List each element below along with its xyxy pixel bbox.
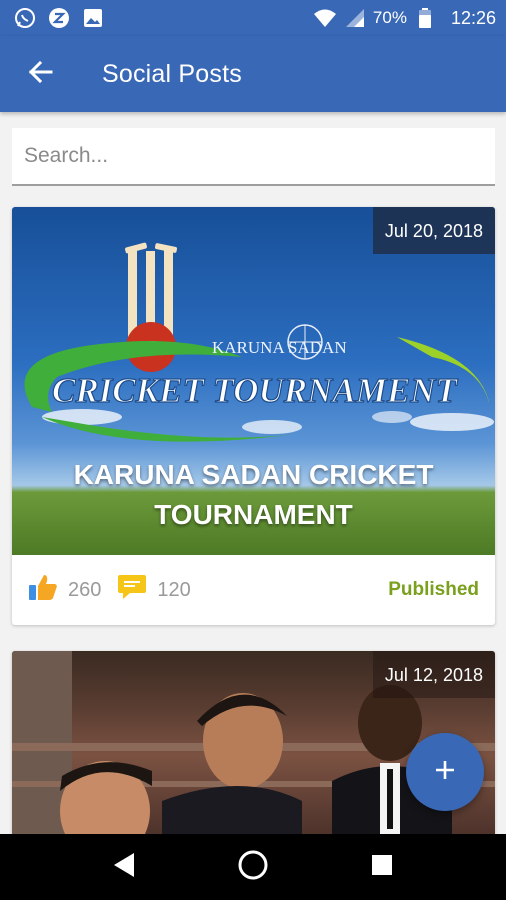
post-date: Jul 20, 2018 — [372, 207, 495, 254]
gallery-icon — [81, 6, 105, 30]
banner-text: CRICKET TOURNAMENT — [52, 371, 458, 410]
system-icons: 70% 12:26 — [313, 6, 506, 30]
card-footer: 260 120 Published — [12, 555, 495, 625]
arrow-left-icon — [27, 60, 53, 89]
status-badge: Published — [388, 579, 479, 600]
wifi-icon — [313, 6, 337, 30]
zap-icon — [47, 6, 71, 30]
caption-line-1: KARUNA SADAN CRICKET — [73, 459, 434, 490]
recents-square-icon — [371, 854, 393, 881]
comments-stat[interactable]: 120 — [117, 573, 191, 607]
post-caption: KARUNA SADAN CRICKET TOURNAMENT — [12, 455, 495, 535]
clock: 12:26 — [450, 7, 496, 28]
nav-back-button[interactable] — [100, 843, 148, 891]
search-input[interactable] — [12, 128, 495, 184]
post-image: KARUNA SADAN CRICKET TOURNAMENT Jul 20, … — [12, 207, 495, 555]
whatsapp-icon — [13, 6, 37, 30]
comment-icon — [117, 573, 147, 607]
likes-stat[interactable]: 260 — [28, 573, 101, 607]
comments-count: 120 — [157, 578, 191, 601]
plus-icon — [434, 759, 456, 786]
post-date: Jul 12, 2018 — [372, 651, 495, 698]
nav-recents-button[interactable] — [358, 843, 406, 891]
back-button[interactable] — [10, 44, 70, 104]
search-box — [12, 128, 495, 186]
app-bar: Social Posts — [0, 36, 506, 112]
battery-icon — [413, 6, 437, 30]
nav-home-button[interactable] — [229, 843, 277, 891]
notification-icons — [0, 6, 105, 30]
back-triangle-icon — [112, 852, 136, 883]
caption-line-2: TOURNAMENT — [154, 499, 353, 530]
battery-percent: 70% — [372, 8, 407, 27]
system-nav-bar — [0, 834, 506, 900]
status-bar: 70% 12:26 — [0, 0, 506, 36]
add-post-button[interactable] — [406, 733, 484, 811]
likes-count: 260 — [68, 578, 102, 601]
page-title: Social Posts — [102, 59, 242, 88]
thumbs-up-icon — [28, 573, 58, 607]
post-card[interactable]: KARUNA SADAN CRICKET TOURNAMENT Jul 20, … — [12, 207, 495, 625]
logo-text: KARUNA SADAN — [212, 338, 347, 357]
home-circle-icon — [237, 849, 269, 886]
signal-icon — [343, 6, 367, 30]
